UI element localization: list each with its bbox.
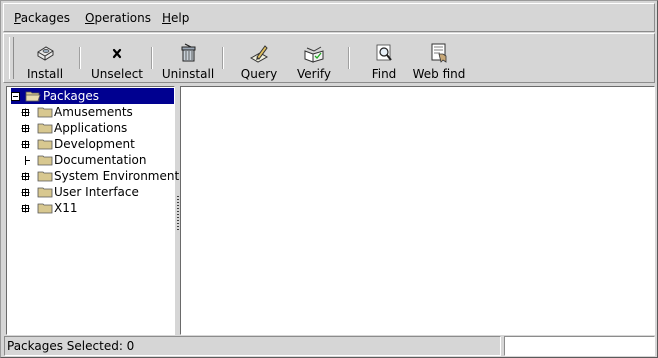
menu-packages-label: ackages <box>20 11 70 25</box>
collapse-icon[interactable] <box>11 92 20 101</box>
folder-icon <box>37 155 53 166</box>
menu-operations-label: perations <box>94 11 151 25</box>
app-window: Packages Operations Help Install Unselec… <box>0 0 658 358</box>
tree-item-x11[interactable]: X11 <box>7 200 173 216</box>
tree-item-label: User Interface <box>54 185 139 199</box>
tree-item-system-environment[interactable]: System Environment <box>7 168 179 184</box>
status-progress <box>504 336 655 356</box>
folder-icon <box>37 139 53 150</box>
status-bar: Packages Selected: 0 <box>4 336 501 356</box>
query-label: Query <box>240 67 278 81</box>
toolbar-separator <box>348 47 350 69</box>
uninstall-trash-icon <box>181 43 196 62</box>
menu-operations[interactable]: Operations <box>85 11 151 25</box>
tree-item-packages[interactable]: Packages <box>7 88 174 104</box>
tree-item-label: Amusements <box>54 105 133 119</box>
tree-item-label: X11 <box>54 201 78 215</box>
expand-icon[interactable] <box>21 188 30 197</box>
menu-packages-accel: P <box>14 11 21 25</box>
menu-help-label: elp <box>171 11 190 25</box>
status-text: Packages Selected: 0 <box>7 339 135 353</box>
package-tree[interactable]: Packages Amusements Applications Develop… <box>6 86 179 335</box>
install-label: Install <box>26 67 64 81</box>
toolbar-grip[interactable] <box>9 37 14 79</box>
query-button[interactable]: Query <box>234 37 284 81</box>
verify-book-icon <box>304 46 324 63</box>
install-disk-icon <box>37 46 54 61</box>
tree-item-label: Packages <box>43 89 99 103</box>
tree-item-label: Documentation <box>54 153 147 167</box>
folder-icon <box>37 123 53 134</box>
tree-branch-line <box>25 156 30 165</box>
menu-packages[interactable]: Packages <box>14 11 70 25</box>
expand-icon[interactable] <box>21 140 30 149</box>
folder-open-icon <box>25 91 41 102</box>
uninstall-button[interactable]: Uninstall <box>159 37 217 81</box>
tree-item-label: Applications <box>54 121 128 135</box>
folder-icon <box>37 171 53 182</box>
unselect-button[interactable]: Unselect <box>86 37 148 81</box>
web-find-icon <box>431 43 447 63</box>
query-pencil-icon <box>249 45 269 63</box>
web-find-label: Web find <box>412 67 466 81</box>
tree-item-development[interactable]: Development <box>7 136 173 152</box>
menu-help[interactable]: Help <box>162 11 189 25</box>
verify-label: Verify <box>296 67 332 81</box>
folder-icon <box>37 203 53 214</box>
toolbar-separator <box>151 47 153 69</box>
tree-item-documentation[interactable]: Documentation <box>7 152 173 168</box>
tree-item-amusements[interactable]: Amusements <box>7 104 173 120</box>
folder-icon <box>37 107 53 118</box>
uninstall-label: Uninstall <box>161 67 215 81</box>
toolbar: Install Unselect Uninstall Query Verify … <box>3 33 655 83</box>
menu-help-accel: H <box>162 11 172 25</box>
tree-item-applications[interactable]: Applications <box>7 120 173 136</box>
package-list-pane[interactable] <box>180 86 655 335</box>
expand-icon[interactable] <box>21 108 30 117</box>
unselect-label: Unselect <box>90 67 144 81</box>
expand-icon[interactable] <box>21 204 30 213</box>
find-magnifier-icon <box>376 44 392 61</box>
tree-item-user-interface[interactable]: User Interface <box>7 184 173 200</box>
folder-icon <box>37 187 53 198</box>
toolbar-separator <box>222 47 224 69</box>
tree-item-label: System Environment <box>54 169 180 183</box>
expand-icon[interactable] <box>21 124 30 133</box>
x-icon <box>112 48 122 59</box>
tree-item-label: Development <box>54 137 135 151</box>
verify-button[interactable]: Verify <box>289 37 339 81</box>
find-label: Find <box>371 67 397 81</box>
splitter-grip[interactable] <box>177 196 179 230</box>
expand-icon[interactable] <box>21 172 30 181</box>
menubar: Packages Operations Help <box>3 3 655 32</box>
find-button[interactable]: Find <box>362 37 406 81</box>
toolbar-separator <box>79 47 81 69</box>
install-button[interactable]: Install <box>18 37 72 81</box>
web-find-button[interactable]: Web find <box>411 37 467 81</box>
